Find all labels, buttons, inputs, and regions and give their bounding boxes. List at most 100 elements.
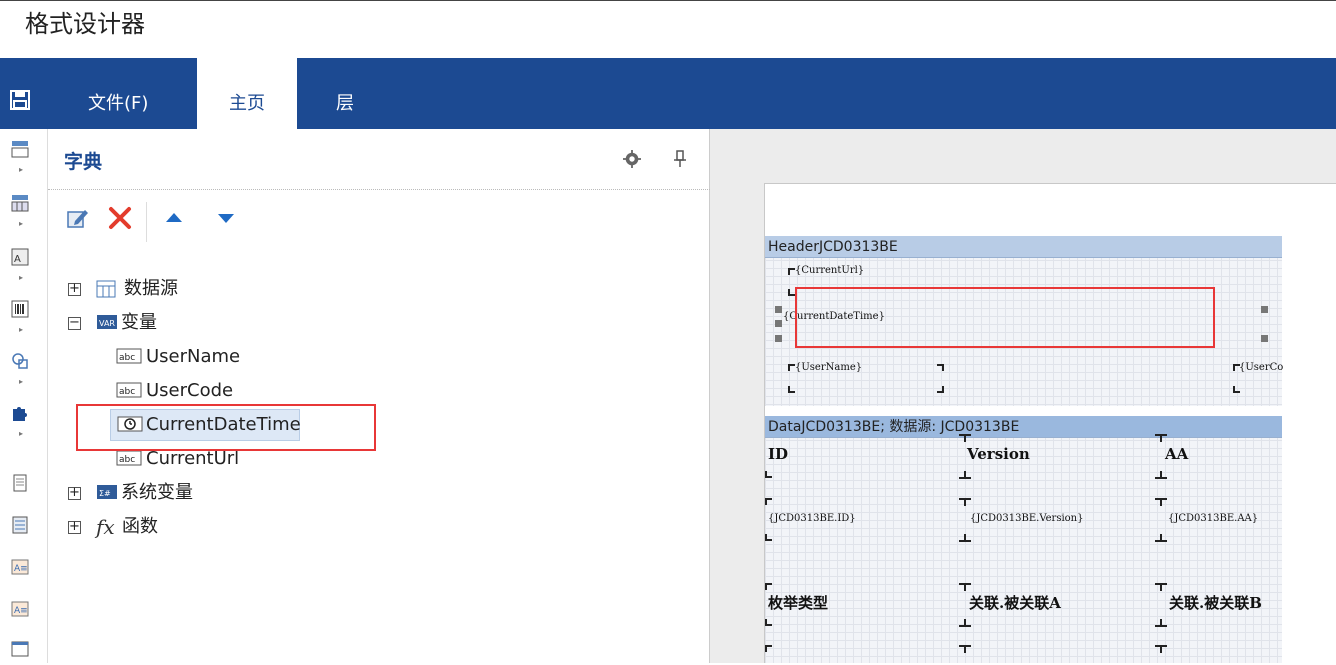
- svg-text:VAR: VAR: [99, 319, 115, 328]
- puzzle-icon: [13, 407, 27, 421]
- panel-tool[interactable]: [7, 635, 35, 665]
- expand-plus-icon[interactable]: +: [68, 282, 81, 296]
- column-marker: [959, 471, 971, 479]
- barcode-icon: [11, 300, 29, 318]
- list-tool[interactable]: [7, 511, 35, 541]
- tree-node-username[interactable]: abc UserName: [116, 342, 316, 372]
- column-marker: [959, 619, 971, 627]
- selection-handle[interactable]: [775, 335, 782, 342]
- corner-mark: [788, 268, 795, 275]
- corner-mark: [937, 364, 944, 371]
- text-component-icon: A: [11, 248, 29, 266]
- shape-tool[interactable]: ▸: [7, 347, 35, 386]
- corner-mark: [937, 386, 944, 393]
- column-header-related-a[interactable]: 关联.被关联A: [969, 592, 1061, 613]
- page-tool[interactable]: [7, 469, 35, 499]
- tab-file[interactable]: 文件(F): [58, 58, 178, 129]
- highlight-box-tree: [76, 404, 376, 451]
- tree-node-label: 数据源: [124, 278, 178, 299]
- tab-home[interactable]: 主页: [197, 58, 297, 129]
- data-band-title: DataJCD0313BE; 数据源: JCD0313BE: [765, 416, 1282, 438]
- delete-icon[interactable]: [108, 206, 132, 230]
- pin-icon[interactable]: [673, 149, 687, 169]
- tree-node-label: 变量: [121, 312, 157, 333]
- move-up-icon[interactable]: [162, 206, 186, 230]
- selection-handle[interactable]: [1261, 306, 1268, 313]
- move-down-icon[interactable]: [214, 206, 238, 230]
- corner-mark: [765, 645, 772, 652]
- field-aa[interactable]: {JCD0313BE.AA}: [1168, 513, 1258, 524]
- save-icon[interactable]: [10, 90, 30, 110]
- field-usercode[interactable]: {UserCo: [1239, 362, 1283, 373]
- richtext-icon: A≡: [11, 601, 29, 617]
- expand-arrow-icon: ▸: [19, 219, 24, 228]
- column-marker: [959, 583, 971, 591]
- corner-mark: [765, 534, 772, 541]
- component-tool[interactable]: ▸: [7, 399, 35, 438]
- table-band-tool[interactable]: ▸: [7, 189, 35, 228]
- data-band[interactable]: DataJCD0313BE; 数据源: JCD0313BE ID Version…: [764, 416, 1282, 663]
- edit-icon[interactable]: [66, 206, 90, 230]
- page-icon: [13, 474, 27, 492]
- field-version[interactable]: {JCD0313BE.Version}: [970, 513, 1083, 524]
- tree-node-system-variables[interactable]: + Σ# 系统变量: [64, 478, 264, 508]
- system-variable-icon: Σ#: [97, 485, 117, 499]
- svg-text:abc: abc: [119, 353, 135, 363]
- title-bar: 格式设计器: [0, 0, 1336, 58]
- list-icon: [12, 516, 28, 534]
- column-marker: [1155, 534, 1167, 542]
- column-header-enum-type[interactable]: 枚举类型: [768, 592, 828, 613]
- column-header-id[interactable]: ID: [768, 445, 788, 463]
- column-header-related-b[interactable]: 关联.被关联B: [1169, 592, 1262, 613]
- column-header-aa[interactable]: AA: [1165, 445, 1188, 463]
- column-marker: [959, 645, 971, 653]
- string-variable-icon: abc: [116, 348, 142, 364]
- svg-text:abc: abc: [119, 387, 135, 397]
- header-band-title: HeaderJCD0313BE: [765, 236, 1282, 258]
- column-marker: [1155, 498, 1167, 506]
- variable-icon: VAR: [97, 315, 117, 329]
- corner-mark: [765, 619, 772, 626]
- tree-node-variables[interactable]: − VAR 变量: [64, 308, 244, 338]
- textbox-tool[interactable]: A≡: [7, 553, 35, 583]
- expand-arrow-icon: ▸: [19, 377, 24, 386]
- expand-arrow-icon: ▸: [19, 165, 24, 174]
- tree-node-usercode[interactable]: abc UserCode: [116, 376, 316, 406]
- expand-plus-icon[interactable]: +: [68, 520, 81, 534]
- datasource-icon: [96, 280, 116, 298]
- barcode-tool[interactable]: ▸: [7, 295, 35, 334]
- tree-node-label: UserName: [146, 346, 241, 367]
- column-header-version[interactable]: Version: [967, 445, 1030, 463]
- svg-text:A: A: [14, 254, 21, 265]
- field-username[interactable]: {UserName}: [795, 362, 862, 373]
- field-id[interactable]: {JCD0313BE.ID}: [768, 513, 856, 524]
- column-marker: [959, 498, 971, 506]
- corner-mark: [788, 364, 795, 371]
- expand-arrow-icon: ▸: [19, 429, 24, 438]
- panel-icon: [11, 641, 29, 657]
- corner-mark: [765, 471, 772, 478]
- corner-mark: [765, 583, 772, 590]
- tree-node-functions[interactable]: + fx 函数: [64, 512, 264, 542]
- band-tool[interactable]: ▸: [7, 135, 35, 174]
- component-toolstrip: ▸ ▸ A ▸ ▸ ▸ ▸ A≡ A≡: [0, 129, 48, 663]
- textbox-icon: A≡: [11, 559, 29, 575]
- function-icon: fx: [96, 515, 115, 539]
- highlight-box-field: [795, 287, 1215, 348]
- ribbon: 文件(F) 主页 层: [0, 58, 1336, 129]
- field-currenturl[interactable]: {CurrentUrl}: [795, 265, 864, 276]
- tab-layer[interactable]: 层: [306, 58, 384, 129]
- column-marker: [959, 434, 971, 442]
- collapse-minus-icon[interactable]: −: [68, 316, 81, 330]
- tree-node-datasource[interactable]: + 数据源: [64, 274, 244, 304]
- selection-handle[interactable]: [775, 306, 782, 313]
- expand-arrow-icon: ▸: [19, 273, 24, 282]
- selection-handle[interactable]: [775, 320, 782, 327]
- expand-plus-icon[interactable]: +: [68, 486, 81, 500]
- svg-text:Σ#: Σ#: [99, 489, 111, 498]
- selection-handle[interactable]: [1261, 335, 1268, 342]
- text-tool[interactable]: A ▸: [7, 243, 35, 282]
- string-variable-icon: abc: [116, 382, 142, 398]
- richtext-tool[interactable]: A≡: [7, 595, 35, 625]
- gear-icon[interactable]: [623, 150, 641, 168]
